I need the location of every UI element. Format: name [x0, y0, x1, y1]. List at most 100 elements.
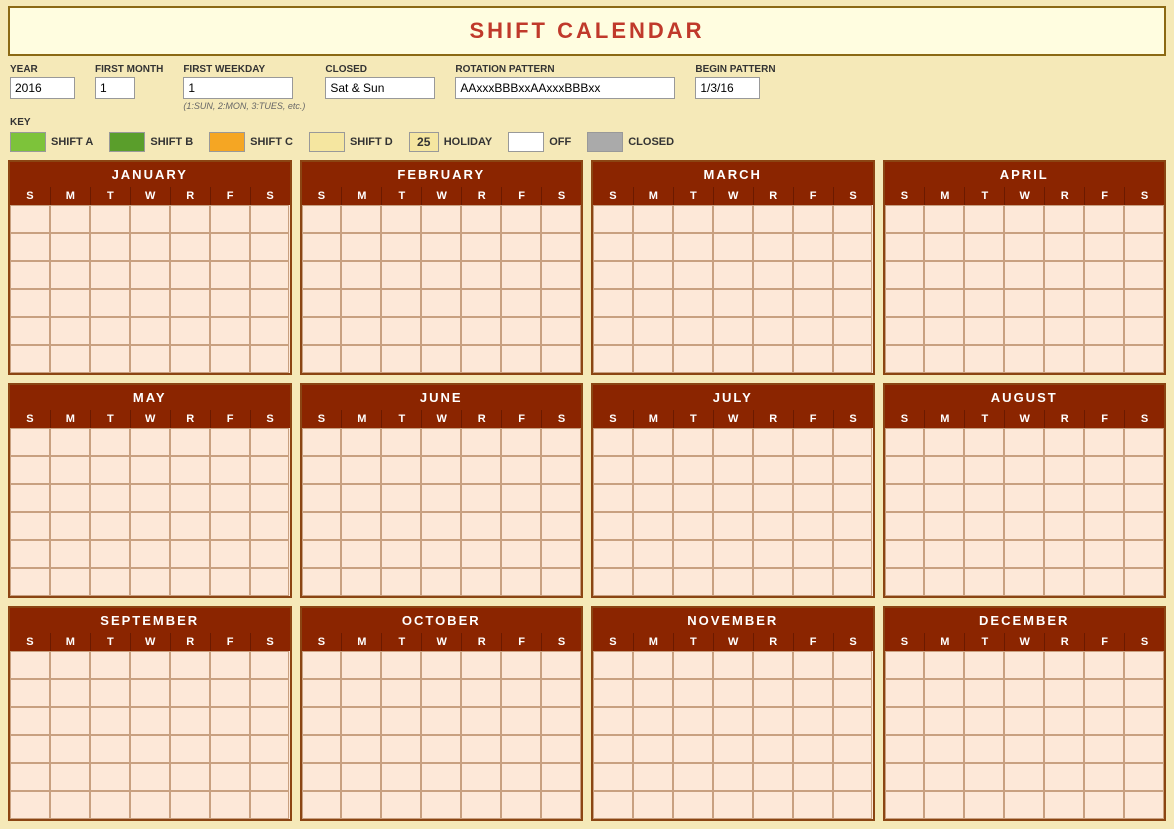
cal-cell: [210, 707, 250, 735]
month-header-march: MARCH: [593, 162, 873, 187]
cal-cell: [541, 456, 581, 484]
cal-cell: [130, 679, 170, 707]
month-header-may: MAY: [10, 385, 290, 410]
cal-cell: [713, 428, 753, 456]
cal-cell: [381, 233, 421, 261]
month-block-march: MARCHSMTWRFS: [591, 160, 875, 375]
cal-cell: [633, 205, 673, 233]
cal-cell: [1004, 345, 1044, 373]
cal-cell: [10, 540, 50, 568]
cal-cell: [90, 345, 130, 373]
cal-cell: [250, 205, 290, 233]
cal-cell: [90, 540, 130, 568]
day-header-cell: R: [461, 410, 501, 428]
cal-cell: [461, 512, 501, 540]
cal-cell: [130, 345, 170, 373]
rotation-pattern-group: ROTATION PATTERN: [455, 64, 675, 99]
cal-cell: [1044, 568, 1084, 596]
cal-cell: [1124, 456, 1164, 484]
shift-a-swatch: [10, 132, 46, 152]
cal-cell: [593, 205, 633, 233]
cal-cell: [1044, 261, 1084, 289]
cal-cell: [501, 763, 541, 791]
cal-cell: [713, 484, 753, 512]
cal-cell: [924, 317, 964, 345]
year-input[interactable]: [10, 77, 75, 99]
cal-cell: [250, 233, 290, 261]
cal-cell: [793, 428, 833, 456]
first-month-input[interactable]: [95, 77, 135, 99]
calendar-grid-july: [593, 428, 873, 596]
day-header-cell: F: [793, 410, 833, 428]
cal-cell: [1084, 428, 1124, 456]
begin-pattern-input[interactable]: [695, 77, 760, 99]
rotation-pattern-input[interactable]: [455, 77, 675, 99]
cal-cell: [501, 345, 541, 373]
day-header-cell: S: [250, 410, 290, 428]
cal-cell: [501, 205, 541, 233]
day-header-cell: M: [50, 187, 90, 205]
cal-cell: [753, 763, 793, 791]
day-header-cell: S: [541, 410, 581, 428]
key-item-shift-b: SHIFT B: [109, 132, 193, 152]
cal-cell: [50, 512, 90, 540]
cal-cell: [793, 456, 833, 484]
cal-cell: [833, 289, 873, 317]
cal-cell: [50, 345, 90, 373]
cal-cell: [964, 317, 1004, 345]
day-header-cell: M: [50, 633, 90, 651]
cal-cell: [10, 651, 50, 679]
cal-cell: [885, 345, 925, 373]
cal-cell: [302, 456, 342, 484]
cal-cell: [302, 261, 342, 289]
cal-cell: [302, 484, 342, 512]
cal-cell: [130, 289, 170, 317]
cal-cell: [250, 317, 290, 345]
cal-cell: [341, 233, 381, 261]
cal-cell: [633, 428, 673, 456]
day-header-cell: W: [421, 633, 461, 651]
closed-input[interactable]: [325, 77, 435, 99]
cal-cell: [50, 233, 90, 261]
cal-cell: [1124, 540, 1164, 568]
cal-cell: [793, 345, 833, 373]
cal-cell: [130, 456, 170, 484]
cal-cell: [1084, 456, 1124, 484]
cal-cell: [501, 512, 541, 540]
cal-cell: [1124, 735, 1164, 763]
cal-cell: [130, 651, 170, 679]
cal-cell: [793, 735, 833, 763]
cal-cell: [90, 707, 130, 735]
cal-cell: [250, 512, 290, 540]
cal-cell: [302, 568, 342, 596]
cal-cell: [833, 456, 873, 484]
cal-cell: [924, 512, 964, 540]
day-header-cell: M: [633, 187, 673, 205]
day-headers-august: SMTWRFS: [885, 410, 1165, 428]
cal-cell: [170, 345, 210, 373]
first-weekday-input[interactable]: [183, 77, 293, 99]
cal-cell: [833, 540, 873, 568]
day-header-cell: R: [753, 187, 793, 205]
cal-cell: [421, 763, 461, 791]
day-header-cell: S: [885, 410, 925, 428]
cal-cell: [885, 456, 925, 484]
cal-cell: [673, 651, 713, 679]
day-header-cell: S: [10, 633, 50, 651]
cal-cell: [210, 512, 250, 540]
month-header-november: NOVEMBER: [593, 608, 873, 633]
cal-cell: [170, 317, 210, 345]
cal-cell: [250, 568, 290, 596]
cal-cell: [421, 512, 461, 540]
cal-cell: [461, 763, 501, 791]
cal-cell: [302, 791, 342, 819]
cal-cell: [50, 735, 90, 763]
rotation-pattern-label: ROTATION PATTERN: [455, 64, 675, 75]
cal-cell: [302, 512, 342, 540]
calendar-grid-december: [885, 651, 1165, 819]
cal-cell: [713, 261, 753, 289]
cal-cell: [170, 791, 210, 819]
day-header-cell: T: [673, 410, 713, 428]
cal-cell: [633, 261, 673, 289]
cal-cell: [461, 651, 501, 679]
